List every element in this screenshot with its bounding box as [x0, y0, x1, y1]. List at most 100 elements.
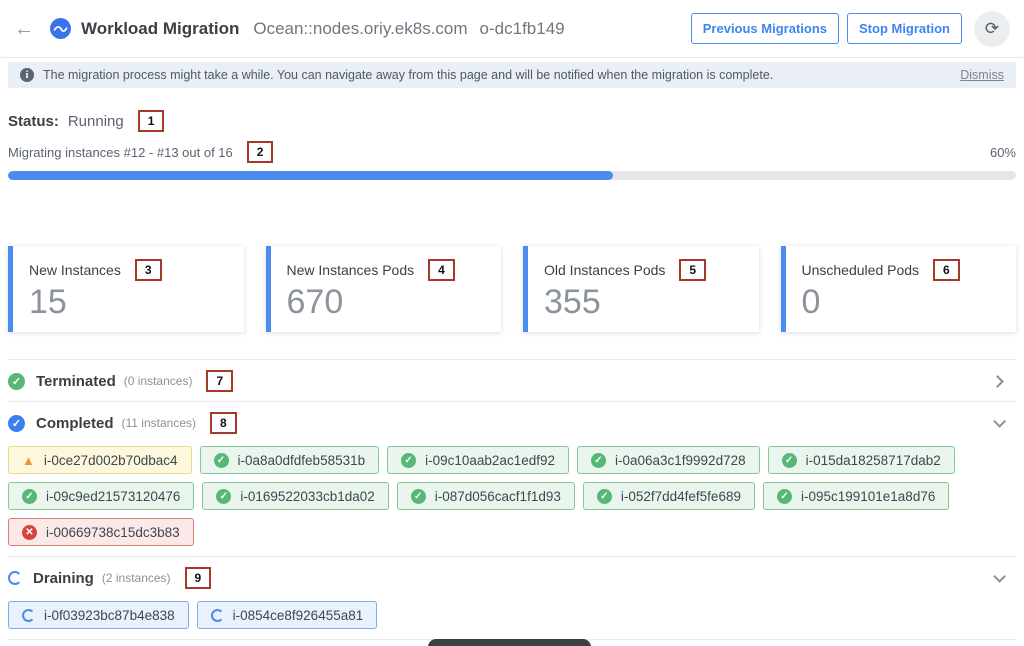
section-terminated: ✓ Terminated (0 instances) 7	[8, 359, 1016, 401]
info-banner: i The migration process might take a whi…	[8, 62, 1016, 88]
section-header-draining[interactable]: Draining (2 instances) 9	[8, 557, 1016, 598]
chevron-right-icon[interactable]	[991, 375, 1004, 388]
section-label: Draining	[33, 570, 94, 587]
dismiss-link[interactable]: Dismiss	[960, 68, 1004, 82]
card-unscheduled-pods: Unscheduled Pods 6 0	[781, 246, 1017, 332]
check-circle-green-icon: ✓	[777, 489, 792, 504]
instance-id: i-00669738c15dc3b83	[46, 525, 180, 540]
section-count: (0 instances)	[124, 374, 193, 388]
info-icon: i	[20, 68, 34, 82]
page-header: ← Workload Migration Ocean::nodes.oriy.e…	[0, 0, 1024, 58]
annotation-marker-4: 4	[428, 259, 455, 281]
check-circle-green-icon: ✓	[597, 489, 612, 504]
instance-id: i-09c10aab2ac1edf92	[425, 453, 555, 468]
instance-id: i-0854ce8f926455a81	[233, 608, 364, 623]
migration-progress-text: Migrating instances #12 - #13 out of 16	[8, 145, 233, 160]
card-value: 355	[544, 284, 743, 321]
stop-migration-button[interactable]: Stop Migration	[847, 13, 962, 44]
instance-chip: ✓ i-052f7dd4fef5fe689	[583, 482, 755, 510]
annotation-marker-9: 9	[185, 567, 212, 589]
completed-instance-chips: ▲ i-0ce27d002b70dbac4 ✓ i-0a8a0dfdfeb58531b…	[8, 443, 1016, 556]
instance-chip: ✓ i-0a8a0dfdfeb58531b	[200, 446, 380, 474]
refresh-button[interactable]: ⟳	[974, 11, 1010, 47]
section-header-terminated[interactable]: ✓ Terminated (0 instances) 7	[8, 360, 1016, 401]
migration-id: o-dc1fb149	[480, 19, 565, 38]
instance-id: i-015da18258717dab2	[806, 453, 941, 468]
summary-cards: New Instances 3 15 New Instances Pods 4 67…	[8, 246, 1016, 332]
section-header-completed[interactable]: ✓ Completed (11 instances) 8	[8, 402, 1016, 443]
check-circle-green-icon: ✓	[411, 489, 426, 504]
status-value: Running	[68, 113, 124, 130]
section-label: Completed	[36, 415, 114, 432]
annotation-marker-7: 7	[206, 370, 233, 392]
progress-percent-label: 60%	[990, 145, 1016, 160]
breadcrumb: Ocean::nodes.oriy.ek8s.com o-dc1fb149	[253, 19, 564, 39]
spinner-icon	[211, 609, 224, 622]
check-circle-green-icon: ✓	[401, 453, 416, 468]
card-value: 670	[287, 284, 486, 321]
ocean-logo-icon	[50, 18, 71, 39]
instance-chip: ✕ i-00669738c15dc3b83	[8, 518, 194, 546]
instance-id: i-0f03923bc87b4e838	[44, 608, 175, 623]
instance-chip: ✓ i-09c9ed21573120476	[8, 482, 194, 510]
check-circle-green-icon: ✓	[214, 453, 229, 468]
spinner-icon	[8, 571, 22, 585]
instance-chip: ✓ i-087d056cacf1f1d93	[397, 482, 575, 510]
instance-id: i-095c199101e1a8d76	[801, 489, 935, 504]
check-circle-green-icon: ✓	[22, 489, 37, 504]
card-value: 15	[29, 284, 228, 321]
instance-chip: ✓ i-09c10aab2ac1edf92	[387, 446, 569, 474]
instance-sections: ✓ Terminated (0 instances) 7 ✓ Completed…	[8, 359, 1016, 646]
annotation-marker-6: 6	[933, 259, 960, 281]
previous-migrations-button[interactable]: Previous Migrations	[691, 13, 839, 44]
section-count: (2 instances)	[102, 571, 171, 585]
instance-chip: ✓ i-095c199101e1a8d76	[763, 482, 949, 510]
instance-chip: ✓i-0a06a3c1f9992d728	[577, 446, 760, 474]
status-label: Status:	[8, 113, 59, 130]
spinner-icon	[22, 609, 35, 622]
instance-id: i-0169522033cb1da02	[240, 489, 374, 504]
instance-chip: i-0854ce8f926455a81	[197, 601, 378, 629]
instance-chip: i-0f03923bc87b4e838	[8, 601, 189, 629]
instance-chip: ✓ i-0169522033cb1da02	[202, 482, 388, 510]
instance-id: i-09c9ed21573120476	[46, 489, 180, 504]
section-completed: ✓ Completed (11 instances) 8 ▲ i-0ce27d00…	[8, 401, 1016, 556]
cluster-name: Ocean::nodes.oriy.ek8s.com	[253, 19, 467, 38]
annotation-marker-5: 5	[679, 259, 706, 281]
page-title: Workload Migration	[81, 19, 239, 39]
progress-bar	[8, 171, 1016, 180]
banner-text: The migration process might take a while…	[43, 68, 773, 82]
instance-id: i-0ce27d002b70dbac4	[44, 453, 178, 468]
card-label: Unscheduled Pods	[802, 262, 920, 278]
warning-triangle-icon: ▲	[22, 454, 35, 467]
back-arrow-icon[interactable]: ←	[14, 19, 34, 39]
instance-id: i-052f7dd4fef5fe689	[621, 489, 741, 504]
annotation-marker-8: 8	[210, 412, 237, 434]
progress-bar-fill	[8, 171, 613, 180]
annotation-marker-1: 1	[138, 110, 165, 132]
chevron-down-icon[interactable]	[993, 415, 1006, 428]
card-label: Old Instances Pods	[544, 262, 665, 278]
section-count: (11 instances)	[122, 416, 196, 430]
check-circle-green-icon: ✓	[782, 453, 797, 468]
instance-id: i-087d056cacf1f1d93	[435, 489, 561, 504]
card-value: 0	[802, 284, 1001, 321]
card-new-instances-pods: New Instances Pods 4 670	[266, 246, 502, 332]
annotation-marker-3: 3	[135, 259, 162, 281]
instance-chip: ✓ i-015da18258717dab2	[768, 446, 955, 474]
card-label: New Instances	[29, 262, 121, 278]
card-new-instances: New Instances 3 15	[8, 246, 244, 332]
draining-instance-chips: i-0f03923bc87b4e838 i-0854ce8f926455a81	[8, 598, 1016, 639]
instance-chip: ▲ i-0ce27d002b70dbac4	[8, 446, 192, 474]
instance-id: i-0a06a3c1f9992d728	[615, 453, 746, 468]
check-circle-green-icon: ✓	[8, 373, 25, 390]
check-circle-green-icon: ✓	[216, 489, 231, 504]
card-label: New Instances Pods	[287, 262, 415, 278]
chevron-down-icon[interactable]	[993, 570, 1006, 583]
refresh-icon: ⟳	[985, 19, 999, 39]
instance-id: i-0a8a0dfdfeb58531b	[238, 453, 366, 468]
check-circle-blue-icon: ✓	[8, 415, 25, 432]
error-circle-icon: ✕	[22, 525, 37, 540]
bottom-toast-bar	[428, 639, 591, 646]
annotation-marker-2: 2	[247, 141, 274, 163]
